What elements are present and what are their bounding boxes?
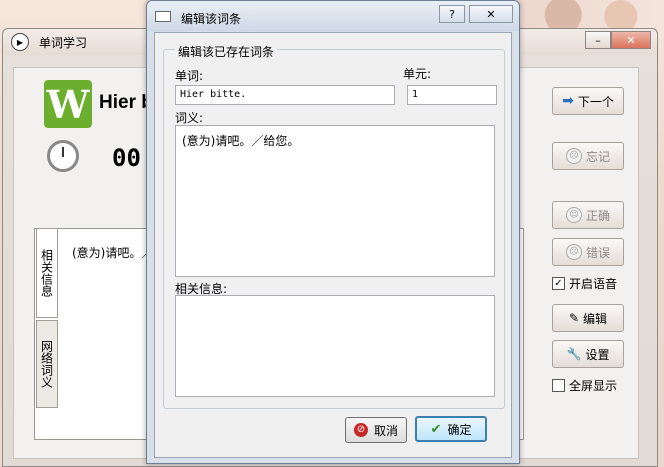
main-window-title: 单词学习 — [39, 35, 88, 50]
meaning-label: 词义: — [175, 111, 204, 125]
dialog-titlebar: 编辑该词条 ? ✕ — [147, 1, 519, 31]
help-button[interactable]: ? — [439, 5, 465, 23]
next-button[interactable]: ➡ 下一个 — [552, 87, 624, 115]
window-controls: – ✕ — [585, 31, 651, 49]
checkmark-icon: ✔ — [430, 421, 442, 437]
stopwatch-icon — [47, 140, 79, 172]
settings-button[interactable]: 🔧 设置 — [552, 340, 624, 368]
voice-checkbox[interactable]: ✓ 开启语音 — [552, 275, 617, 292]
close-button[interactable]: ✕ — [611, 31, 651, 49]
background-decoration — [520, 0, 664, 30]
definition-text: (意为)请吧。／ — [72, 246, 154, 260]
w-logo-icon: W — [44, 80, 92, 128]
word-label: 单词: — [175, 69, 204, 83]
edit-entry-dialog: 编辑该词条 ? ✕ 编辑该已存在词条 单词: Hier bitte. 单元: 1… — [146, 0, 520, 464]
arrow-right-icon: ➡ — [562, 93, 574, 109]
ok-button[interactable]: ✔ 确定 — [415, 416, 487, 442]
window-icon — [155, 11, 171, 22]
unit-label: 单元: — [403, 67, 432, 81]
tab-web-meaning[interactable]: 网络词义 — [36, 320, 58, 408]
related-textarea[interactable] — [175, 295, 495, 397]
dialog-title: 编辑该词条 — [181, 12, 242, 26]
wrong-button[interactable]: ☹ 错误 — [552, 238, 624, 266]
dialog-close-button[interactable]: ✕ — [469, 5, 513, 23]
checkbox-voice-box[interactable]: ✓ — [552, 277, 565, 290]
minimize-button[interactable]: – — [585, 31, 611, 49]
edit-button[interactable]: ✎ 编辑 — [552, 304, 624, 332]
wrench-icon: 🔧 — [566, 347, 582, 361]
cancel-icon: ⊘ — [353, 423, 368, 437]
unit-input[interactable]: 1 — [407, 85, 497, 105]
dialog-body: 编辑该已存在词条 单词: Hier bitte. 单元: 1 词义: (意为)请… — [154, 32, 512, 458]
tab-related-info[interactable]: 相关信息 — [36, 228, 58, 318]
timer-display: 00 — [112, 144, 141, 172]
pencil-icon: ✎ — [568, 311, 580, 325]
word-input[interactable]: Hier bitte. — [175, 85, 395, 105]
cancel-button[interactable]: ⊘ 取消 — [345, 417, 407, 443]
play-icon: ▶ — [11, 33, 29, 51]
checkbox-fullscreen-box[interactable] — [552, 379, 565, 392]
forget-button[interactable]: ☹ 忘记 — [552, 142, 624, 170]
meaning-textarea[interactable]: (意为)请吧。／给您。 — [175, 125, 495, 277]
smile-face-icon: ☺ — [565, 207, 582, 223]
fullscreen-checkbox[interactable]: 全屏显示 — [552, 377, 617, 394]
groupbox-label: 编辑该已存在词条 — [175, 43, 278, 60]
sad-face-icon: ☹ — [565, 148, 582, 164]
sad-face-icon: ☹ — [565, 244, 582, 260]
correct-button[interactable]: ☺ 正确 — [552, 201, 624, 229]
